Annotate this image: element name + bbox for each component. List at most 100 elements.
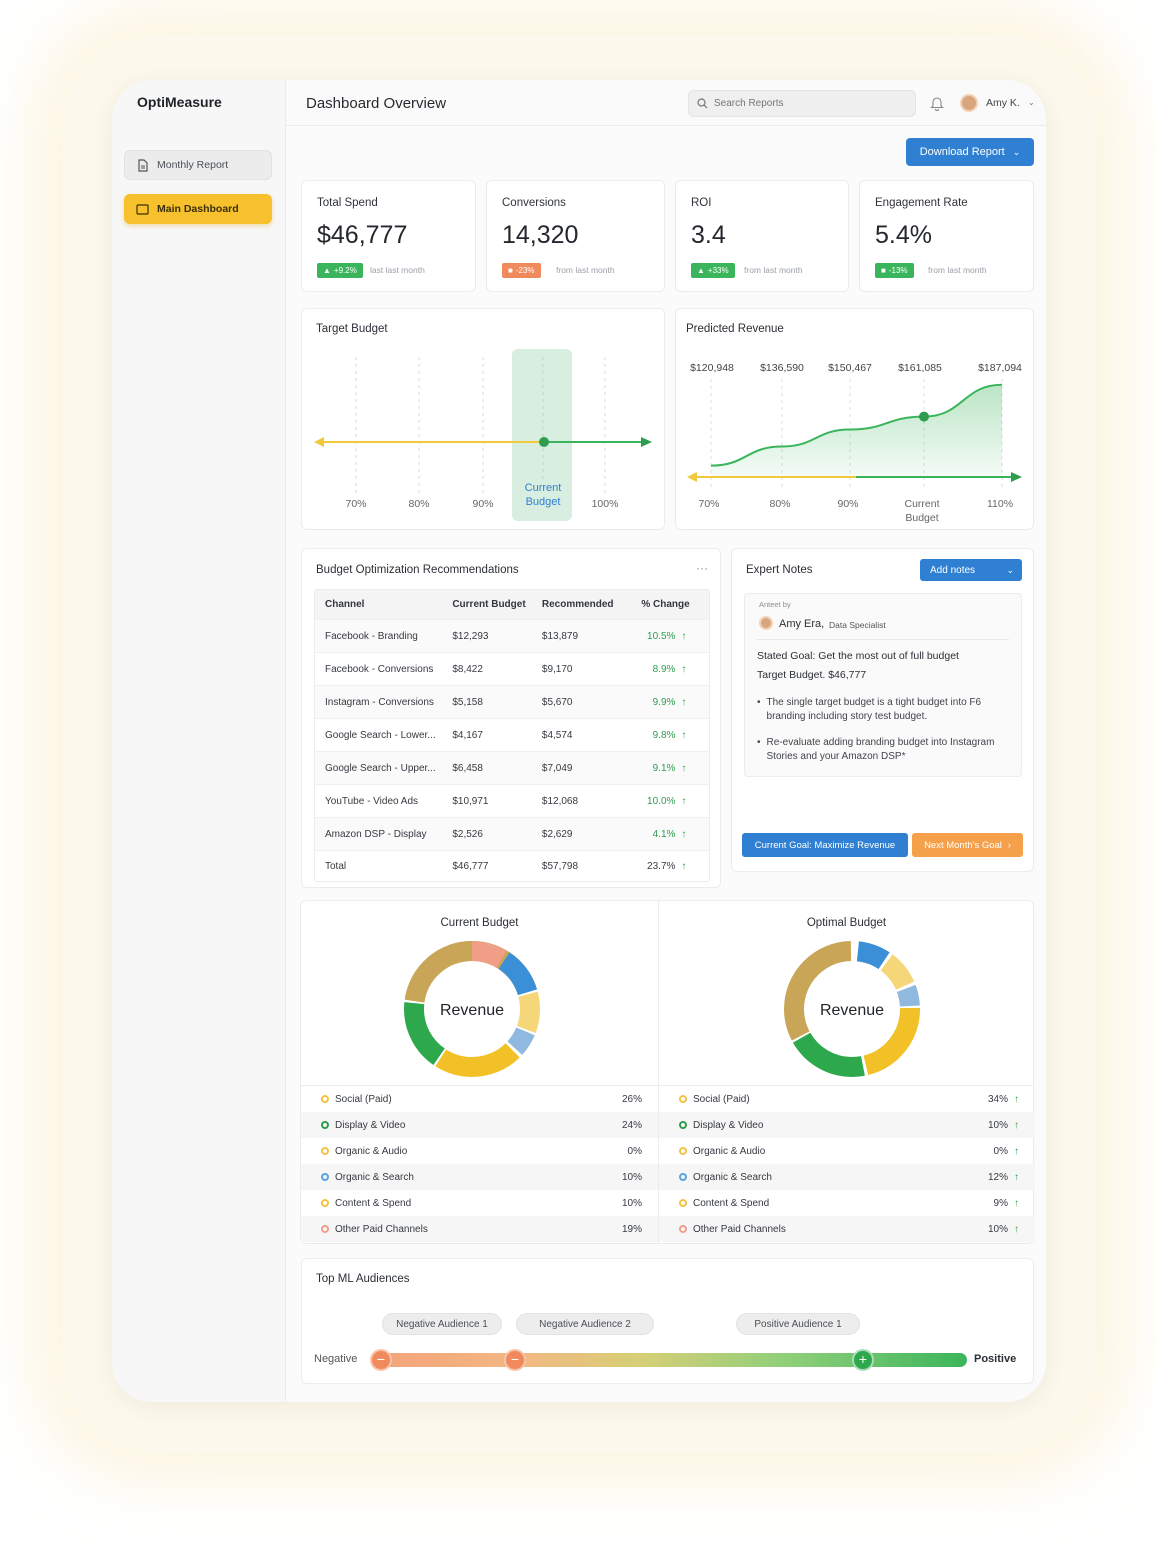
table-cell: Total — [325, 860, 347, 872]
current-budget-label: Budget — [526, 496, 561, 508]
search-box[interactable] — [688, 90, 916, 117]
audience-pill[interactable]: Negative Audience 2 — [516, 1313, 654, 1335]
arrow-up-icon: ↑ — [681, 762, 687, 774]
download-report-button[interactable]: Download Report ⌄ — [906, 138, 1034, 166]
add-notes-button[interactable]: Add notes ⌄ — [920, 559, 1022, 581]
current-budget-title: Current Budget — [440, 917, 519, 929]
arrow-up-icon: ↑ — [1014, 1093, 1019, 1105]
donut-center-label: Revenue — [820, 1002, 884, 1019]
table-cell: Instagram - Conversions — [325, 696, 434, 708]
table-cell: $9,170 — [541, 663, 573, 675]
trend-up-icon: ▲ — [697, 266, 705, 275]
kpi-note: from last month — [744, 265, 803, 275]
legend-label: Social (Paid) — [335, 1093, 392, 1105]
sidebar-item-main-dashboard[interactable]: Main Dashboard — [124, 194, 272, 224]
table-cell: Facebook - Branding — [325, 630, 418, 642]
sidebar-item-label: Monthly Report — [157, 159, 229, 171]
recommendations-table: Channel Current Budget Recommended % Cha… — [314, 589, 710, 882]
legend-dot-icon — [321, 1095, 329, 1103]
kpi-note: from last month — [928, 265, 987, 275]
search-input[interactable] — [714, 98, 894, 109]
table-cell: $46,777 — [452, 860, 489, 872]
negative-marker-icon[interactable]: − — [370, 1349, 392, 1371]
legend-dot-icon — [679, 1147, 687, 1155]
revenue-area — [711, 384, 1002, 477]
table-cell: $4,167 — [452, 729, 483, 741]
legend-value: 24% — [621, 1119, 642, 1131]
current-budget-marker — [539, 437, 549, 447]
current-goal-button[interactable]: Current Goal: Maximize Revenue — [742, 833, 908, 857]
bell-icon[interactable] — [930, 95, 944, 111]
legend-label: Organic & Search — [335, 1171, 414, 1183]
arrow-up-icon: ↑ — [1014, 1197, 1019, 1209]
recommendations-card: Budget Optimization Recommendations ··· … — [301, 548, 721, 888]
table-cell: 9.8% — [652, 729, 676, 741]
arrow-up-icon: ↑ — [681, 860, 687, 872]
brand-logo: OptiMeasure — [137, 94, 222, 110]
dashboard-icon — [136, 203, 149, 215]
legend-row: Other Paid Channels 19% — [301, 1216, 658, 1242]
legend-value: 0% — [993, 1145, 1008, 1157]
kpi-card-total-spend: Total Spend $46,777 ▲ +9.2% last last mon… — [301, 180, 476, 292]
tick-label: 110% — [987, 498, 1013, 510]
tick-label: Current — [904, 498, 939, 510]
arrow-left-icon — [314, 437, 324, 447]
audience-pill[interactable]: Positive Audience 1 — [736, 1313, 860, 1335]
table-row[interactable]: Facebook - Conversions $8,422 $9,170 8.9% ↑ — [315, 653, 709, 686]
predicted-revenue-card: Predicted Revenue $120,948 $136,590 $150,4… — [675, 308, 1034, 530]
trend-icon: ■ — [881, 266, 886, 275]
arrow-up-icon: ↑ — [1014, 1145, 1019, 1157]
arrow-up-icon: ↑ — [681, 828, 687, 840]
table-row[interactable]: Google Search - Lower... $4,167 $4,574 9.8%… — [315, 719, 709, 752]
author-caption: Anteet by — [759, 600, 791, 609]
scale-right-label: Positive — [974, 1353, 1017, 1365]
column-header: Recommended — [541, 599, 614, 610]
legend-value: 9% — [993, 1197, 1008, 1209]
legend-dot-icon — [321, 1147, 329, 1155]
legend-dot-icon — [321, 1225, 329, 1233]
legend-label: Content & Spend — [335, 1197, 412, 1209]
legend-value: 34% — [987, 1093, 1008, 1105]
sidebar-item-monthly-report[interactable]: Monthly Report — [124, 150, 272, 180]
add-notes-label: Add notes — [930, 564, 976, 576]
table-cell: $2,629 — [541, 828, 573, 840]
kpi-card-conversions: Conversions 14,320 ■ -23% from last month — [486, 180, 665, 292]
legend-label: Organic & Search — [693, 1171, 772, 1183]
avatar[interactable] — [960, 94, 978, 112]
recommendations-title: Budget Optimization Recommendations — [316, 564, 519, 576]
predicted-revenue-chart: $120,948 $136,590 $150,467 $161,085 $187,094… — [687, 362, 1022, 524]
legend-dot-icon — [679, 1173, 687, 1181]
chevron-down-icon[interactable]: ⌄ — [1028, 98, 1035, 107]
chevron-down-icon: ⌄ — [1012, 146, 1021, 157]
kpi-badge: ■ -23% — [502, 263, 541, 278]
arrow-left-icon — [687, 472, 697, 482]
table-row[interactable]: Google Search - Upper... $6,458 $7,049 9.1%… — [315, 752, 709, 785]
budget-comparison-card: Current Budget Optimal Budget Revenue Re… — [300, 900, 1035, 1244]
kpi-badge: ▲ +9.2% — [317, 263, 363, 278]
more-options-icon[interactable]: ··· — [696, 561, 708, 575]
kpi-badge: ▲ +33% — [691, 263, 735, 278]
author-role: Data Specialist — [829, 620, 886, 630]
column-header: Channel — [325, 599, 365, 610]
negative-marker-icon[interactable]: − — [504, 1349, 526, 1371]
table-row[interactable]: YouTube - Video Ads $10,971 $12,068 10.0% ↑ — [315, 785, 709, 818]
audience-pill[interactable]: Negative Audience 1 — [382, 1313, 502, 1335]
legend-dot-icon — [679, 1121, 687, 1129]
legend-row: Content & Spend 10% — [301, 1190, 658, 1216]
table-row[interactable]: Facebook - Branding $12,293 $13,879 10.5% ↑ — [315, 620, 709, 653]
legend-dot-icon — [321, 1121, 329, 1129]
kpi-value: $46,777 — [317, 221, 408, 249]
positive-marker-icon[interactable]: + — [852, 1349, 874, 1371]
note-bullet: • The single target budget is a tight bud… — [757, 697, 982, 722]
legend-dot-icon — [679, 1095, 687, 1103]
table-row[interactable]: Instagram - Conversions $5,158 $5,670 9.9% ↑ — [315, 686, 709, 719]
next-month-goal-label: Next Month's Goal — [924, 839, 1002, 851]
table-cell: 10.5% — [647, 630, 676, 642]
user-name[interactable]: Amy K. — [986, 97, 1020, 109]
legend-row: Organic & Audio 0% ↑ — [659, 1138, 1035, 1164]
kpi-title: Conversions — [502, 197, 566, 209]
target-budget-line: Target Budget. $46,777 — [757, 669, 867, 681]
table-cell: 23.7% — [647, 860, 676, 872]
table-row[interactable]: Amazon DSP - Display $2,526 $2,629 4.1% ↑ — [315, 818, 709, 851]
next-month-goal-button[interactable]: Next Month's Goal › — [912, 833, 1023, 857]
